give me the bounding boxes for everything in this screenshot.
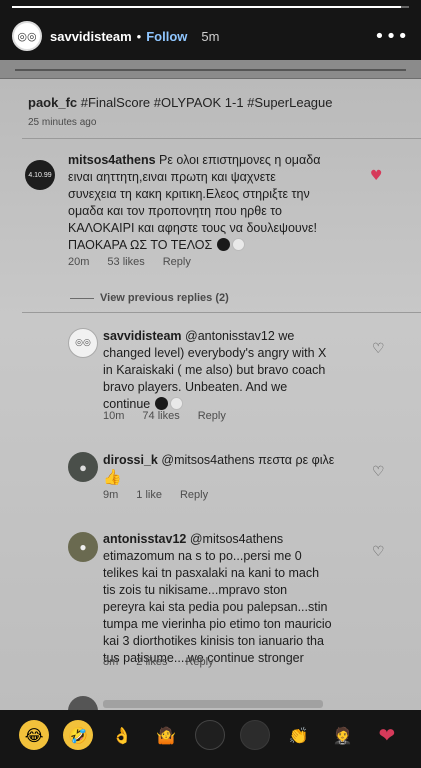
comment-time: 20m xyxy=(68,256,90,268)
truncated-comment xyxy=(103,700,323,708)
person-in-suit-emoji-button[interactable]: 🤵 xyxy=(328,720,358,750)
comment-line: tis zois tu nikisame...mpravo ston xyxy=(103,583,288,597)
view-previous-label[interactable]: View previous replies (2) xyxy=(100,292,229,304)
divider xyxy=(22,138,421,139)
view-previous-replies[interactable]: View previous replies (2) xyxy=(70,292,229,304)
story-progress-bar xyxy=(12,6,409,8)
avatar: ● xyxy=(68,452,98,482)
comment-likes[interactable]: 1 like xyxy=(136,489,162,501)
comment-line: @mitsos4athens πεστα ρε φιλε xyxy=(161,453,335,467)
comment-line: @mitsos4athens xyxy=(189,532,284,546)
comment-line: pereyra kai sta pedia pou palepsan...sti… xyxy=(103,600,328,614)
comment-meta: 9m 1 like Reply xyxy=(103,489,208,501)
shrug-emoji-button[interactable]: 🤷 xyxy=(151,720,181,750)
white-circle-emoji xyxy=(231,238,245,251)
comment-line: bravo players. Unbeaten. And we xyxy=(103,380,288,394)
comment-meta: 10m 74 likes Reply xyxy=(103,410,226,422)
reply-button[interactable]: Reply xyxy=(163,256,191,268)
black-circle-emoji-button[interactable]: ⚫ xyxy=(195,720,226,750)
person-icon: ● xyxy=(79,540,87,554)
white-circle-emoji-button[interactable]: ⚪ xyxy=(239,720,270,750)
black-circle-emoji xyxy=(154,397,168,410)
follow-button[interactable]: Follow xyxy=(146,29,187,44)
comment-meta: 20m 53 likes Reply xyxy=(68,256,191,268)
story-timestamp: 5m xyxy=(201,28,220,44)
comment-text: antonisstav12 @mitsos4athens etimazomum … xyxy=(103,531,393,667)
comment-line: Ρε ολοι επιστημονες η ομαδα xyxy=(159,153,321,167)
clapping-emoji-button[interactable]: 👏 xyxy=(284,720,314,750)
comment-line: @antonisstav12 we xyxy=(185,329,295,343)
avatar xyxy=(68,696,98,710)
comment-line: changed level) everybody's angry with X xyxy=(103,346,327,360)
laughing-emoji-button[interactable]: 😂 xyxy=(19,720,50,750)
comment-username: antonisstav12 xyxy=(103,532,187,546)
comment-line: ειναι αηττητη,ειναι πρωτη και ψαχνετε xyxy=(68,170,276,184)
avatar: 4.10.99 xyxy=(25,160,55,190)
comment-line: tumpa me vierinha pio etimo ton mauricio xyxy=(103,617,332,631)
comment-line: telikes kai tn pasxalaki na kani to mach xyxy=(103,566,320,580)
rofl-emoji-button[interactable]: 🤣 xyxy=(63,720,94,750)
avatar[interactable]: ◎◎ xyxy=(12,21,42,51)
comment-line: etimazomum na s to po...persi me 0 xyxy=(103,549,302,563)
photo-top-bar xyxy=(0,60,421,79)
comment-text: savvidisteam @antonisstav12 we changed l… xyxy=(103,328,343,413)
comment-meta: 8m 2 likes Reply xyxy=(103,656,214,668)
story-photo: paok_fc #FinalScore #OLYPAOK 1-1 #SuperL… xyxy=(0,60,421,710)
comment-line: ΚΑΛΟΚΑΙΡΙ και αφηστε τους να δουλεψουνε! xyxy=(68,221,318,235)
separator-dot: • xyxy=(136,28,142,44)
white-circle-emoji xyxy=(169,397,183,410)
comment-line: in Karaiskaki ( me also) but bravo coach xyxy=(103,363,326,377)
avatar: ● xyxy=(68,532,98,562)
avatar-text: 4.10.99 xyxy=(28,171,52,179)
comment-username: dirossi_k xyxy=(103,453,158,467)
more-options-icon[interactable]: ••• xyxy=(374,26,409,47)
avatar: ◎◎ xyxy=(68,328,98,358)
avatar-icon: ◎◎ xyxy=(75,338,91,348)
story-progress-fill xyxy=(12,6,402,8)
heart-icon[interactable]: ♡ xyxy=(372,544,385,560)
comment-likes[interactable]: 2 likes xyxy=(136,656,167,668)
person-icon: ● xyxy=(79,459,87,475)
divider xyxy=(22,312,421,313)
comment-likes[interactable]: 53 likes xyxy=(107,256,144,268)
comment-line: ΠΑΟΚΑΡΑ ΩΣ ΤΟ ΤΕΛΟΣ xyxy=(68,238,213,252)
comment-time: 8m xyxy=(103,656,119,668)
story-header: ◎◎ savvidisteam • Follow 5m ••• xyxy=(12,18,409,54)
ok-hand-emoji-button[interactable]: 👌 xyxy=(107,720,137,750)
comment-line: kai 3 diorthotikes kinisis ton ianuario … xyxy=(103,634,324,648)
caption-timestamp: 25 minutes ago xyxy=(28,117,97,128)
comment-text: dirossi_k @mitsos4athens πεστα ρε φιλε 👍 xyxy=(103,452,363,487)
comment-line: συνεχεια τη κακη κριτικη.Ελεος στηριξτε … xyxy=(68,187,310,201)
quick-reactions-bar: 😂 🤣 👌 🤷 ⚫ ⚪ 👏 🤵 ❤ xyxy=(0,712,421,758)
reply-button[interactable]: Reply xyxy=(198,410,226,422)
comment-line: ομαδα και τον προπονητη που ηρθε το xyxy=(68,204,283,218)
reply-button[interactable]: Reply xyxy=(185,656,213,668)
comment-likes[interactable]: 74 likes xyxy=(142,410,179,422)
thumbs-up-icon: 👍 xyxy=(103,468,122,486)
comment-time: 9m xyxy=(103,489,119,501)
comment-text: mitsos4athens Ρε ολοι επιστημονες η ομαδ… xyxy=(68,152,368,254)
avatar-icon: ◎◎ xyxy=(17,29,37,43)
comment-line: continue xyxy=(103,397,151,411)
story-username[interactable]: savvidisteam xyxy=(50,29,132,44)
divider xyxy=(70,297,94,299)
comment-time: 10m xyxy=(103,410,125,422)
heart-icon[interactable]: ♡ xyxy=(372,464,385,480)
comment-username: mitsos4athens xyxy=(68,153,156,167)
comment-username: savvidisteam xyxy=(103,329,182,343)
caption-username: paok_fc xyxy=(28,95,78,110)
post-caption: paok_fc #FinalScore #OLYPAOK 1-1 #SuperL… xyxy=(28,95,333,110)
reply-button[interactable]: Reply xyxy=(180,489,208,501)
heart-emoji-button[interactable]: ❤ xyxy=(372,720,402,750)
caption-text: #FinalScore #OLYPAOK 1-1 #SuperLeague xyxy=(80,95,333,110)
heart-icon[interactable]: ♡ xyxy=(372,341,385,357)
black-circle-emoji xyxy=(216,238,230,251)
liked-heart-icon[interactable]: ♥ xyxy=(370,168,383,184)
